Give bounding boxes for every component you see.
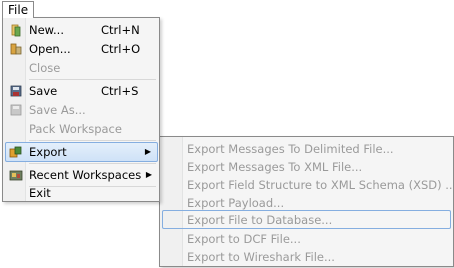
menu-item-label: Save As... (29, 103, 86, 117)
file-menu: New... Ctrl+N Open... Ctrl+O Close Save … (2, 17, 160, 202)
menu-item-open[interactable]: Open... Ctrl+O (5, 39, 158, 59)
menu-item-close[interactable]: Close (5, 58, 158, 78)
menu-item-pack-workspace[interactable]: Pack Workspace (5, 119, 158, 139)
menu-item-label: Export Field Structure to XML Schema (XS… (187, 178, 454, 192)
menu-item-label: Export Payload... (187, 196, 285, 210)
submenu-item-export-database[interactable]: Export File to Database... (162, 210, 451, 229)
menu-item-label: New... (29, 23, 64, 37)
menu-item-label: Exit (29, 186, 51, 200)
menu-item-label: Export Messages To XML File... (187, 160, 363, 174)
menu-item-label: Export (29, 145, 67, 159)
menu-item-label: Export File to Database... (187, 213, 333, 227)
menu-item-shortcut: Ctrl+N (101, 23, 140, 37)
menu-item-label: Export Messages To Delimited File... (187, 142, 394, 156)
menu-item-label: Export to Wireshark File... (187, 250, 335, 264)
menu-item-label: Export to DCF File... (187, 232, 301, 246)
menu-item-label: Close (29, 61, 61, 75)
new-file-icon (11, 24, 21, 37)
menu-item-save-as[interactable]: Save As... (5, 100, 158, 120)
menu-item-label: Pack Workspace (29, 122, 122, 136)
menu-separator (29, 163, 156, 164)
menu-item-shortcut: Ctrl+S (101, 84, 139, 98)
menu-item-label: Save (29, 84, 58, 98)
submenu-arrow-icon: ▶ (145, 170, 152, 179)
export-icon (9, 146, 22, 158)
menu-item-shortcut: Ctrl+O (101, 42, 141, 56)
menu-separator (29, 140, 156, 141)
submenu-arrow-icon: ▶ (144, 147, 151, 156)
submenu-item-export-xml[interactable]: Export Messages To XML File... (162, 157, 451, 176)
menu-item-label: Recent Workspaces (29, 168, 142, 182)
submenu-item-export-delimited[interactable]: Export Messages To Delimited File... (162, 139, 451, 158)
save-as-icon (10, 104, 22, 116)
save-icon (10, 85, 22, 97)
open-folder-icon (10, 43, 22, 55)
recent-workspaces-icon (9, 170, 23, 181)
menu-separator (29, 79, 156, 80)
menu-item-export[interactable]: Export ▶ (5, 142, 158, 162)
submenu-item-export-wireshark[interactable]: Export to Wireshark File... (162, 247, 451, 266)
submenu-item-export-dcf[interactable]: Export to DCF File... (162, 229, 451, 248)
menu-item-label: Open... (29, 42, 71, 56)
menu-item-save[interactable]: Save Ctrl+S (5, 81, 158, 101)
menu-item-exit[interactable]: Exit (5, 182, 158, 202)
submenu-item-export-xsd[interactable]: Export Field Structure to XML Schema (XS… (162, 175, 454, 194)
menu-item-new[interactable]: New... Ctrl+N (5, 20, 158, 40)
file-menu-tab[interactable]: File (2, 1, 34, 18)
export-submenu: Export Messages To Delimited File... Exp… (159, 136, 454, 267)
